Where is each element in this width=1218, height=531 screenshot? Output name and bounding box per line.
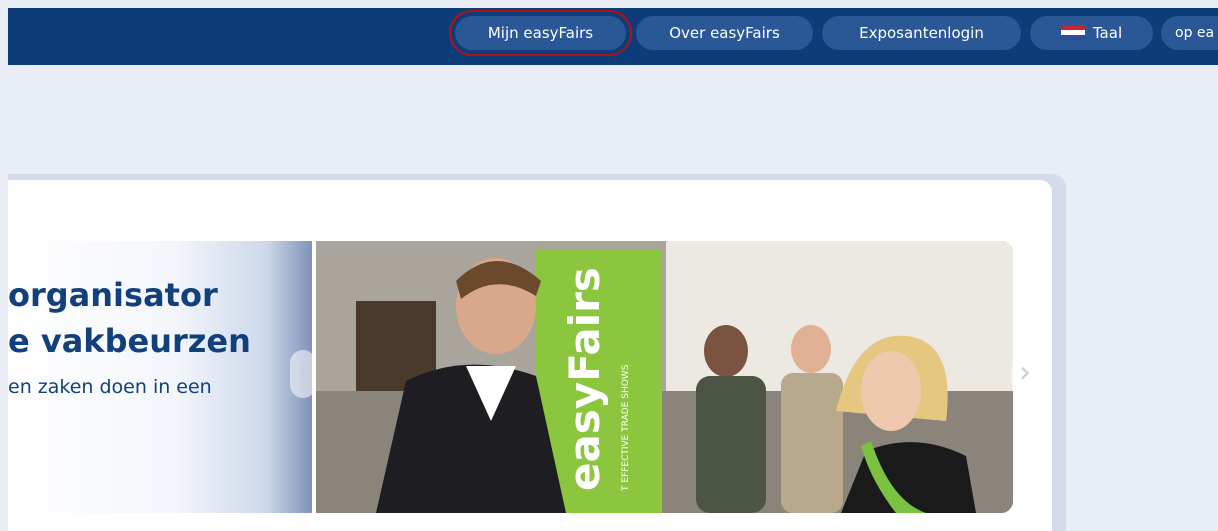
photo-scene: easyFairs T EFFECTIVE TRADE SHOWS xyxy=(316,241,1013,513)
visitor2-body xyxy=(781,373,843,513)
nav-exposantenlogin-button[interactable]: Exposantenlogin xyxy=(822,16,1021,50)
banner-brand-text: easyFairs xyxy=(560,267,609,491)
nav-label: op ea xyxy=(1175,25,1215,41)
slide-prev-arrow[interactable]: ‹ xyxy=(290,350,316,398)
chevron-right-icon: › xyxy=(1019,355,1031,390)
slide-title-line1: organisator xyxy=(8,276,218,314)
slide-next-arrow[interactable]: › xyxy=(1012,350,1038,398)
slide-title-line2: e vakbeurzen xyxy=(8,322,251,360)
chevron-left-icon: ‹ xyxy=(297,355,309,390)
visitor2-head xyxy=(791,325,831,373)
banner-tagline-text: T EFFECTIVE TRADE SHOWS xyxy=(621,364,631,492)
nav-label: Over easyFairs xyxy=(669,24,780,42)
nav-label: Mijn easyFairs xyxy=(487,24,594,42)
nav-op-easyfairs-button[interactable]: op ea xyxy=(1161,16,1218,50)
nav-over-easyfairs-button[interactable]: Over easyFairs xyxy=(636,16,813,50)
nav-mijn-easyfairs-button[interactable]: Mijn easyFairs xyxy=(449,10,632,56)
nav-label: Taal xyxy=(1092,24,1123,42)
nav-label: Exposantenlogin xyxy=(859,24,984,42)
dutch-flag-icon xyxy=(1060,25,1085,40)
slide-subtitle: en zaken doen in een xyxy=(8,376,212,398)
visitor1-head xyxy=(704,325,748,377)
nav-taal-button[interactable]: Taal xyxy=(1030,16,1153,50)
visitor1-body xyxy=(696,376,766,513)
slide-photo: easyFairs T EFFECTIVE TRADE SHOWS xyxy=(316,241,1013,513)
woman-face xyxy=(861,351,921,431)
